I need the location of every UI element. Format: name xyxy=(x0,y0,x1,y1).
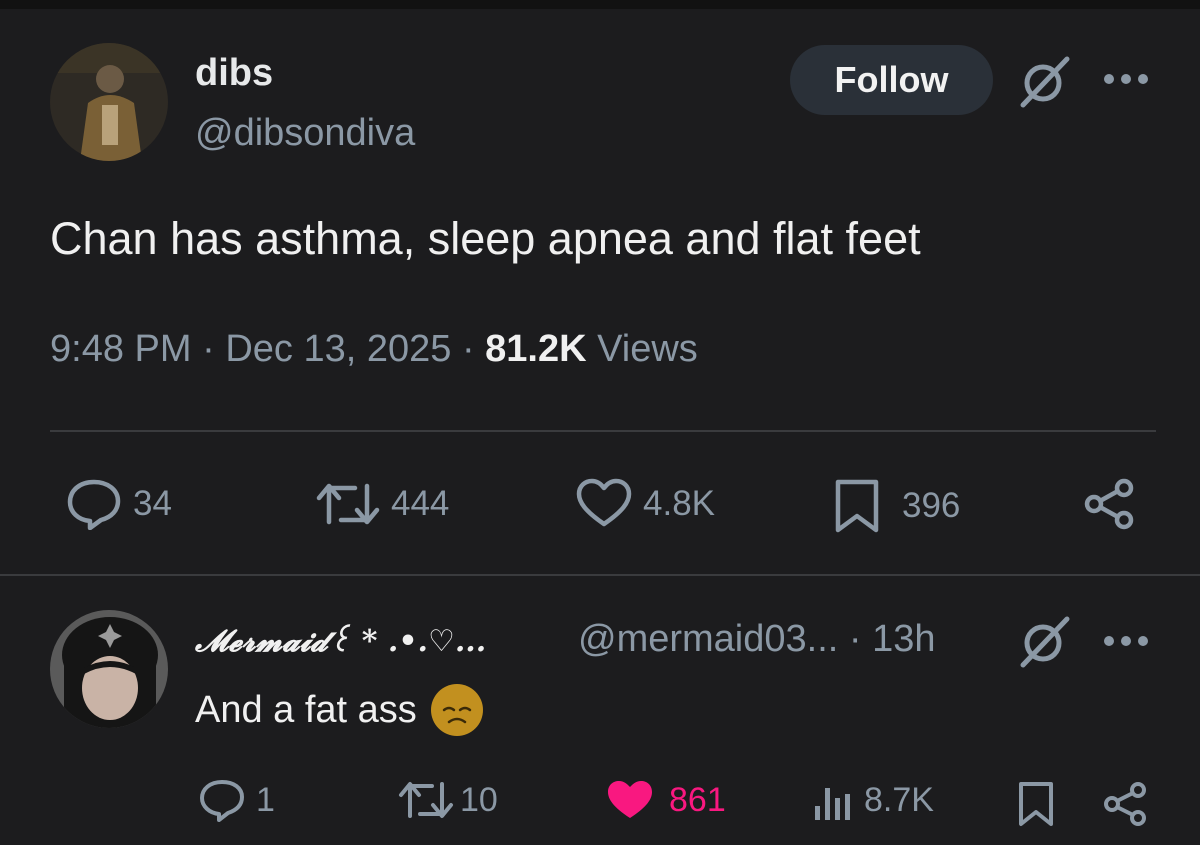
reply-meta: @mermaid03... · 13h xyxy=(578,618,936,661)
reply-like-count: 861 xyxy=(669,780,726,819)
tweet-date[interactable]: Dec 13, 2025 xyxy=(225,328,451,370)
share-icon[interactable] xyxy=(1100,780,1152,828)
share-icon[interactable] xyxy=(1080,476,1140,532)
reply-text: And a fat ass xyxy=(195,684,483,736)
reply-author-name[interactable]: 𝓜𝓮𝓻𝓶𝓪𝓲𝓭꒰ * .•.♡... xyxy=(195,620,486,659)
tweet-text: Chan has asthma, sleep apnea and flat fe… xyxy=(50,213,921,264)
reply-text-content: And a fat ass xyxy=(195,688,417,731)
bookmark-button[interactable]: 396 xyxy=(832,478,960,534)
disappointed-face-icon xyxy=(430,684,483,736)
reply-time[interactable]: 13h xyxy=(872,618,935,660)
repost-count: 444 xyxy=(391,484,450,523)
repost-button[interactable]: 444 xyxy=(315,478,449,530)
meta-separator: · xyxy=(202,328,215,370)
like-button[interactable]: 4.8K xyxy=(575,478,715,530)
reply-reply-button[interactable]: 1 xyxy=(198,778,275,822)
repost-icon xyxy=(316,483,380,525)
grok-icon[interactable] xyxy=(1015,52,1075,110)
reply-icon xyxy=(67,479,121,530)
reply-author-handle[interactable]: @mermaid03... xyxy=(578,618,838,660)
analytics-icon xyxy=(815,788,850,820)
reply-count: 34 xyxy=(133,484,172,523)
reply-like-button[interactable]: 861 xyxy=(605,778,726,822)
repost-icon xyxy=(399,782,453,818)
views-label: Views xyxy=(597,328,698,370)
heart-filled-icon xyxy=(608,781,652,818)
reply-views-button[interactable]: 8.7K xyxy=(812,778,934,822)
tweet-time[interactable]: 9:48 PM xyxy=(50,328,192,370)
more-options-icon[interactable] xyxy=(1100,626,1152,656)
top-edge xyxy=(0,0,1200,9)
grok-icon[interactable] xyxy=(1015,612,1075,670)
reply-reply-count: 1 xyxy=(256,780,275,819)
reply-icon xyxy=(200,780,244,822)
author-avatar[interactable] xyxy=(50,43,168,161)
reply-repost-button[interactable]: 10 xyxy=(398,778,498,822)
divider xyxy=(50,430,1156,432)
reply-views-count: 8.7K xyxy=(864,780,934,819)
author-name[interactable]: dibs xyxy=(195,52,273,95)
like-count: 4.8K xyxy=(643,484,715,523)
reply-repost-count: 10 xyxy=(460,780,498,819)
reply-button[interactable]: 34 xyxy=(65,478,172,530)
reply-author-avatar[interactable] xyxy=(50,610,168,728)
bookmark-icon xyxy=(835,479,879,533)
views-count: 81.2K xyxy=(485,328,587,370)
follow-button[interactable]: Follow xyxy=(790,45,993,115)
tweet-meta: 9:48 PM · Dec 13, 2025 · 81.2K Views xyxy=(50,328,698,371)
meta-separator: · xyxy=(461,328,475,370)
author-handle[interactable]: @dibsondiva xyxy=(195,112,415,155)
divider xyxy=(0,574,1200,576)
heart-icon xyxy=(576,478,632,527)
meta-separator: · xyxy=(848,618,862,660)
more-options-icon[interactable] xyxy=(1100,64,1152,94)
bookmark-icon[interactable] xyxy=(1015,780,1057,828)
bookmark-count: 396 xyxy=(902,486,961,525)
